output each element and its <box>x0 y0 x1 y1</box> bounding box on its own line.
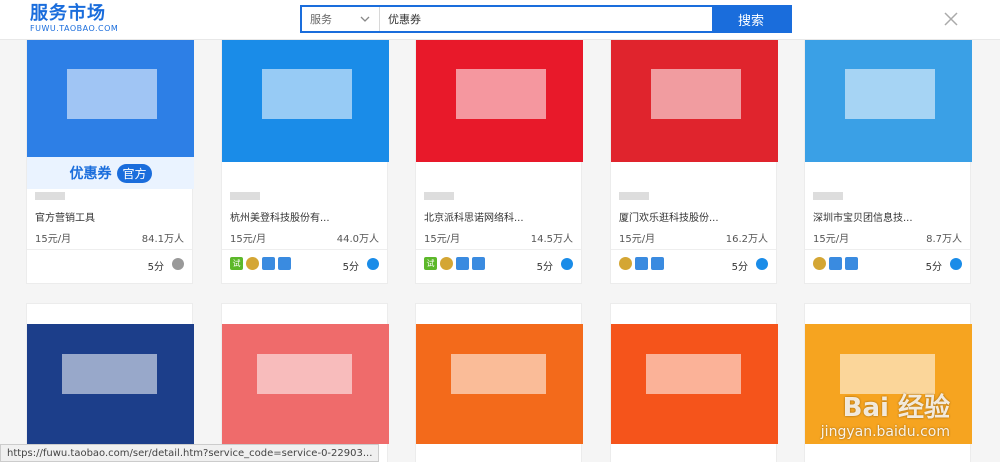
official-coupon-badge: 优惠券 官方 <box>27 157 194 189</box>
service-badge-icon <box>845 257 858 270</box>
medal-badge-icon <box>813 257 826 270</box>
card-divider <box>416 249 581 250</box>
trial-badge-icon: 试 <box>424 257 437 270</box>
service-card[interactable]: 厦门欢乐逛科技股份... 15元/月 16.2万人 5分 <box>610 38 778 284</box>
card-divider <box>805 249 970 250</box>
service-banner-image[interactable] <box>27 324 194 444</box>
service-card[interactable] <box>610 303 778 462</box>
service-banner-image[interactable] <box>611 39 778 162</box>
blurred-banner-art <box>646 354 741 394</box>
top-header: 服务市场 FUWU.TAOBAO.COM 服务 搜索 <box>0 0 1000 40</box>
search-input[interactable] <box>380 7 712 31</box>
search-button[interactable]: 搜索 <box>712 7 790 31</box>
blurred-banner-art <box>451 354 546 394</box>
service-badge-icon <box>472 257 485 270</box>
chevron-down-icon <box>360 16 370 22</box>
card-divider <box>27 249 192 250</box>
shop-avatar-placeholder <box>35 192 65 200</box>
rating-info-icon[interactable] <box>367 258 379 270</box>
service-user-count: 84.1万人 <box>141 234 184 245</box>
blurred-banner-art <box>262 69 352 119</box>
service-badges <box>813 257 858 270</box>
service-badges: 试 <box>424 257 485 270</box>
service-provider-name[interactable]: 杭州美登科技股份有... <box>230 209 380 224</box>
shop-avatar-placeholder <box>424 192 454 200</box>
service-badge-icon <box>456 257 469 270</box>
logo-title: 服务市场 <box>30 3 106 24</box>
service-user-count: 44.0万人 <box>336 234 379 245</box>
service-banner-image[interactable] <box>222 39 389 162</box>
trial-badge-icon: 试 <box>230 257 243 270</box>
blurred-banner-art <box>845 69 935 119</box>
service-price: 15元/月 <box>230 234 267 245</box>
shop-avatar-placeholder <box>813 192 843 200</box>
card-divider <box>611 249 776 250</box>
service-rating: 5分 <box>536 262 553 273</box>
search-bar: 服务 搜索 <box>300 5 792 33</box>
service-rating: 5分 <box>925 262 942 273</box>
service-provider-name[interactable]: 深圳市宝贝团信息技... <box>813 209 963 224</box>
service-badges: 试 <box>230 257 291 270</box>
rating-info-icon[interactable] <box>561 258 573 270</box>
service-card[interactable] <box>221 303 389 462</box>
coupon-badge-label: 优惠券 <box>69 166 112 182</box>
medal-badge-icon <box>246 257 259 270</box>
service-price: 15元/月 <box>424 234 461 245</box>
service-card[interactable] <box>415 303 583 462</box>
service-banner-image[interactable]: 优惠券 官方 <box>27 39 194 189</box>
rating-info-icon[interactable] <box>172 258 184 270</box>
service-badges <box>619 257 664 270</box>
baidu-jingyan-watermark: Bai 经验 jingyan.baidu.com <box>821 387 950 440</box>
service-card[interactable]: 优惠券 官方官方营销工具 15元/月 84.1万人 5分 <box>26 38 194 284</box>
watermark-sub: jingyan.baidu.com <box>820 424 950 440</box>
service-card[interactable]: 深圳市宝贝团信息技... 15元/月 8.7万人 5分 <box>804 38 972 284</box>
rating-info-icon[interactable] <box>756 258 768 270</box>
logo-domain: FUWU.TAOBAO.COM <box>30 24 119 33</box>
service-card[interactable]: 杭州美登科技股份有... 15元/月 44.0万人试 5分 <box>221 38 389 284</box>
service-price: 15元/月 <box>813 234 850 245</box>
service-banner-image[interactable] <box>611 324 778 444</box>
blurred-banner-art <box>62 354 157 394</box>
service-provider-name[interactable]: 官方营销工具 <box>35 209 185 224</box>
site-logo[interactable]: 服务市场 FUWU.TAOBAO.COM <box>30 4 120 36</box>
service-card[interactable]: 北京派科思诺网络科... 15元/月 14.5万人试 5分 <box>415 38 583 284</box>
search-category-label: 服务 <box>310 13 332 26</box>
service-rating: 5分 <box>147 262 164 273</box>
status-bar-url: https://fuwu.taobao.com/ser/detail.htm?s… <box>0 444 380 462</box>
service-price: 15元/月 <box>619 234 656 245</box>
service-banner-image[interactable] <box>805 39 972 162</box>
service-user-count: 14.5万人 <box>530 234 573 245</box>
rating-info-icon[interactable] <box>950 258 962 270</box>
medal-badge-icon <box>440 257 453 270</box>
service-provider-name[interactable]: 北京派科思诺网络科... <box>424 209 574 224</box>
search-category-select[interactable]: 服务 <box>302 7 380 31</box>
service-price: 15元/月 <box>35 234 72 245</box>
medal-badge-icon <box>619 257 632 270</box>
shop-avatar-placeholder <box>230 192 260 200</box>
close-icon[interactable] <box>942 10 960 28</box>
service-card[interactable] <box>26 303 194 462</box>
service-rating: 5分 <box>731 262 748 273</box>
service-banner-image[interactable] <box>416 324 583 444</box>
blurred-banner-art <box>67 69 157 119</box>
service-badge-icon <box>829 257 842 270</box>
service-badge-icon <box>262 257 275 270</box>
service-badge-icon <box>278 257 291 270</box>
shop-avatar-placeholder <box>619 192 649 200</box>
official-tag: 官方 <box>117 163 152 183</box>
service-banner-image[interactable] <box>416 39 583 162</box>
blurred-banner-art <box>456 69 546 119</box>
service-badge-icon <box>635 257 648 270</box>
blurred-banner-art <box>257 354 352 394</box>
service-provider-name[interactable]: 厦门欢乐逛科技股份... <box>619 209 769 224</box>
service-user-count: 8.7万人 <box>926 234 962 245</box>
service-badge-icon <box>651 257 664 270</box>
watermark-main: Bai 经验 <box>842 393 950 423</box>
service-user-count: 16.2万人 <box>725 234 768 245</box>
service-banner-image[interactable] <box>222 324 389 444</box>
blurred-banner-art <box>651 69 741 119</box>
service-rating: 5分 <box>342 262 359 273</box>
card-divider <box>222 249 387 250</box>
